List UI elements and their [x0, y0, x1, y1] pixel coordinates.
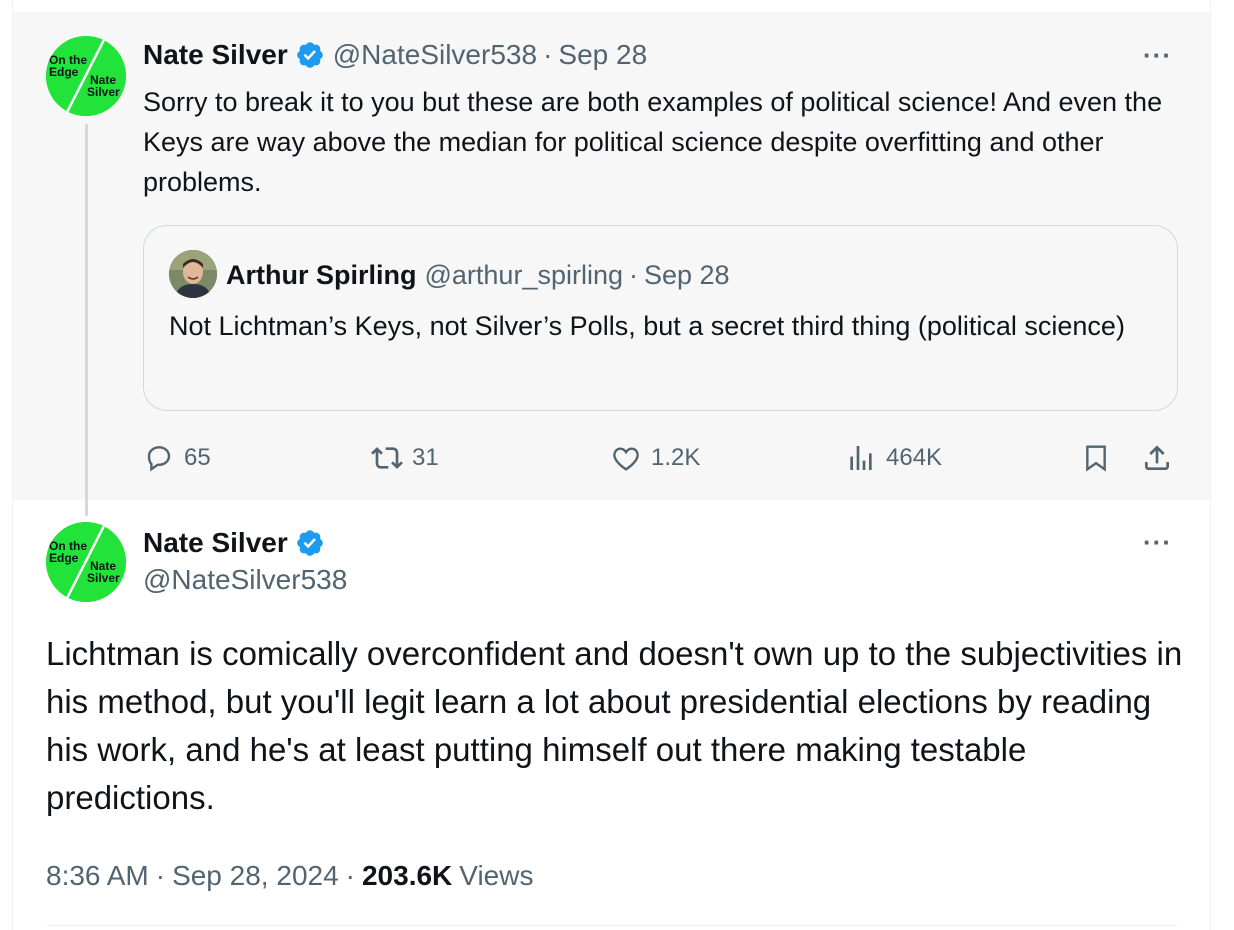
like-count: 1.2K — [651, 444, 701, 471]
quoted-author-name[interactable]: Arthur Spirling — [226, 260, 417, 291]
share-button[interactable] — [1141, 438, 1173, 478]
repost-icon — [371, 447, 403, 469]
svg-text:Edge: Edge — [49, 65, 79, 79]
repost-button[interactable]: 31 — [371, 438, 439, 478]
parent-tweet[interactable]: On the Edge Nate Silver Nate Silver @Nat… — [13, 12, 1210, 500]
author-name[interactable]: Nate Silver — [143, 527, 288, 559]
person-avatar-icon — [169, 250, 217, 298]
quoted-tweet-text: Not Lichtman’s Keys, not Silver’s Polls,… — [169, 311, 1125, 341]
bookmark-icon — [1086, 445, 1106, 472]
like-icon — [613, 447, 639, 471]
like-button[interactable]: 1.2K — [610, 438, 700, 478]
main-tweet-text: Lichtman is comically overconfident and … — [46, 635, 1183, 816]
views-icon — [850, 446, 872, 470]
views-button[interactable]: 464K — [845, 438, 942, 478]
verified-badge-icon — [296, 42, 323, 68]
more-options-icon[interactable]: ··· — [1143, 527, 1172, 558]
reply-count: 65 — [184, 444, 211, 471]
quoted-tweet[interactable]: Arthur Spirling @arthur_spirling · Sep 2… — [143, 225, 1178, 411]
share-icon — [1145, 445, 1169, 470]
separator: · — [155, 860, 166, 891]
repost-count: 31 — [412, 444, 439, 471]
tweet-metadata: 8:36 AM · Sep 28, 2024 · 203.6K Views — [46, 856, 533, 896]
quoted-author-handle[interactable]: @arthur_spirling — [425, 260, 624, 291]
tweet-date[interactable]: Sep 28 — [558, 39, 647, 71]
quoted-tweet-date[interactable]: Sep 28 — [644, 260, 730, 291]
svg-text:Edge: Edge — [49, 551, 79, 565]
verified-badge-icon — [296, 530, 323, 556]
more-options-icon[interactable]: ··· — [1143, 40, 1172, 71]
views-count: 203.6K — [361, 860, 453, 891]
avatar[interactable]: On the Edge Nate Silver — [46, 36, 126, 116]
tweet-header: Nate Silver @NateSilver538 · Sep 28 — [143, 37, 647, 73]
reply-icon — [147, 446, 171, 472]
separator: · — [543, 39, 553, 70]
bookmark-button[interactable] — [1080, 438, 1112, 478]
views-count: 464K — [886, 444, 943, 471]
book-cover-avatar-icon: On the Edge Nate Silver — [46, 522, 126, 602]
book-cover-avatar-icon: On the Edge Nate Silver — [46, 36, 126, 116]
avatar[interactable]: On the Edge Nate Silver — [46, 522, 126, 602]
reply-button[interactable]: 65 — [143, 438, 211, 478]
quoted-header: Arthur Spirling @arthur_spirling · Sep 2… — [226, 255, 730, 295]
tweet-time[interactable]: 8:36 AM — [46, 860, 149, 892]
thread-connector-line — [85, 124, 88, 516]
divider — [46, 925, 1178, 926]
separator: · — [345, 860, 355, 891]
views-label: Views — [459, 860, 534, 891]
author-handle[interactable]: @NateSilver538 — [333, 39, 537, 71]
separator: · — [629, 259, 638, 290]
quoted-avatar[interactable] — [169, 250, 217, 298]
tweet-date[interactable]: Sep 28, 2024 — [172, 860, 339, 892]
author-name[interactable]: Nate Silver — [143, 39, 288, 71]
author-handle[interactable]: @NateSilver538 — [143, 564, 347, 596]
tweet-text: Sorry to break it to you but these are b… — [143, 87, 1163, 197]
svg-text:Silver: Silver — [87, 85, 120, 99]
main-tweet-header: Nate Silver — [143, 524, 333, 562]
svg-text:Silver: Silver — [87, 571, 120, 585]
